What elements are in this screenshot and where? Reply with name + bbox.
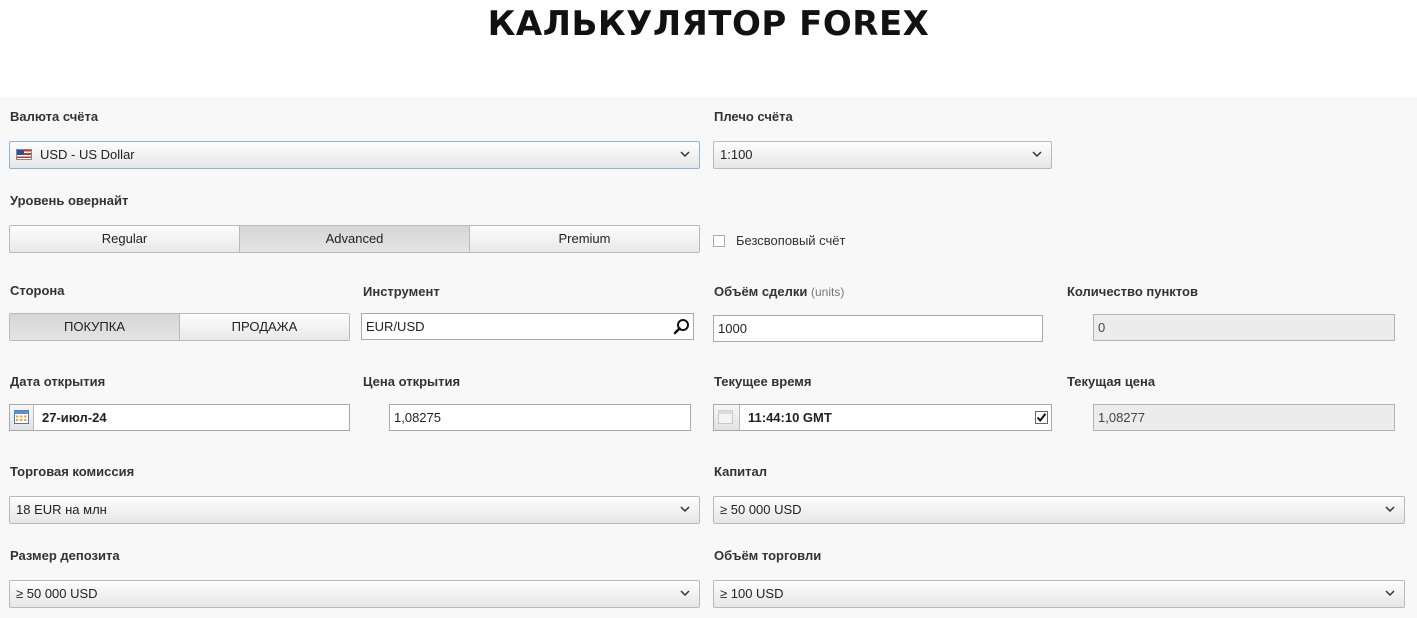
buy-button[interactable]: ПОКУПКА	[10, 314, 180, 340]
trade-volume-input[interactable]: 1000	[713, 315, 1043, 342]
trade-commission-select[interactable]: 18 EUR на млн	[9, 496, 700, 524]
open-price-input[interactable]: 1,08275	[389, 404, 691, 431]
current-time-checkbox[interactable]	[1035, 411, 1048, 424]
capital-label: Капитал	[714, 464, 768, 479]
chevron-down-icon	[1384, 497, 1396, 523]
trade-volume-label: Объём сделки (units)	[714, 284, 845, 299]
deposit-size-select[interactable]: ≥ 50 000 USD	[9, 580, 700, 608]
instrument-input[interactable]: EUR/USD	[361, 313, 694, 340]
trading-volume-value: ≥ 100 USD	[720, 586, 784, 601]
leverage-select[interactable]: 1:100	[713, 141, 1052, 169]
swap-free-label: Безсвоповый счёт	[736, 233, 846, 248]
sell-button[interactable]: ПРОДАЖА	[180, 314, 349, 340]
calculator-panel: Валюта счёта USD - US Dollar Плечо счёта…	[0, 97, 1417, 618]
overnight-level-label: Уровень овернайт	[10, 193, 129, 208]
account-currency-select[interactable]: USD - US Dollar	[9, 141, 700, 169]
leverage-value: 1:100	[720, 147, 753, 162]
instrument-value: EUR/USD	[366, 319, 425, 334]
search-icon[interactable]	[673, 318, 690, 343]
account-currency-label: Валюта счёта	[10, 109, 99, 124]
trading-volume-select[interactable]: ≥ 100 USD	[713, 580, 1405, 608]
open-date-input[interactable]: 27-июл-24	[9, 404, 350, 431]
side-selector: ПОКУПКА ПРОДАЖА	[9, 313, 350, 341]
current-time-value: 11:44:10 GMT	[748, 410, 832, 425]
deposit-size-value: ≥ 50 000 USD	[16, 586, 98, 601]
deposit-size-label: Размер депозита	[10, 548, 120, 563]
chevron-down-icon	[679, 497, 691, 523]
side-label: Сторона	[10, 283, 65, 298]
overnight-option-regular[interactable]: Regular	[10, 226, 240, 252]
leverage-label: Плечо счёта	[714, 109, 793, 124]
page-title: КАЛЬКУЛЯТОР FOREX	[487, 4, 930, 44]
chevron-down-icon	[679, 581, 691, 607]
chevron-down-icon	[679, 142, 691, 168]
overnight-option-advanced[interactable]: Advanced	[240, 226, 470, 252]
points-count-field: 0	[1093, 314, 1395, 341]
instrument-label: Инструмент	[363, 284, 440, 299]
trade-volume-unit-hint: (units)	[811, 285, 845, 299]
current-time-field: 11:44:10 GMT	[713, 404, 1052, 431]
trade-commission-label: Торговая комиссия	[10, 464, 135, 479]
trading-volume-label: Объём торговли	[714, 548, 822, 563]
current-time-label: Текущее время	[714, 374, 812, 389]
current-price-field: 1,08277	[1093, 404, 1395, 431]
overnight-level-selector: Regular Advanced Premium	[9, 225, 700, 253]
calendar-icon[interactable]	[10, 405, 34, 430]
open-price-label: Цена открытия	[363, 374, 461, 389]
chevron-down-icon	[1031, 142, 1043, 168]
capital-value: ≥ 50 000 USD	[720, 502, 802, 517]
account-currency-value: USD - US Dollar	[40, 147, 135, 162]
chevron-down-icon	[1384, 581, 1396, 607]
points-count-label: Количество пунктов	[1067, 284, 1198, 299]
overnight-option-premium[interactable]: Premium	[470, 226, 699, 252]
current-price-label: Текущая цена	[1067, 374, 1156, 389]
clock-icon	[714, 405, 740, 430]
us-flag-icon	[16, 149, 32, 160]
capital-select[interactable]: ≥ 50 000 USD	[713, 496, 1405, 524]
open-date-value: 27-июл-24	[42, 410, 107, 425]
open-date-label: Дата открытия	[10, 374, 106, 389]
swap-free-checkbox[interactable]	[713, 235, 725, 247]
trade-commission-value: 18 EUR на млн	[16, 502, 107, 517]
